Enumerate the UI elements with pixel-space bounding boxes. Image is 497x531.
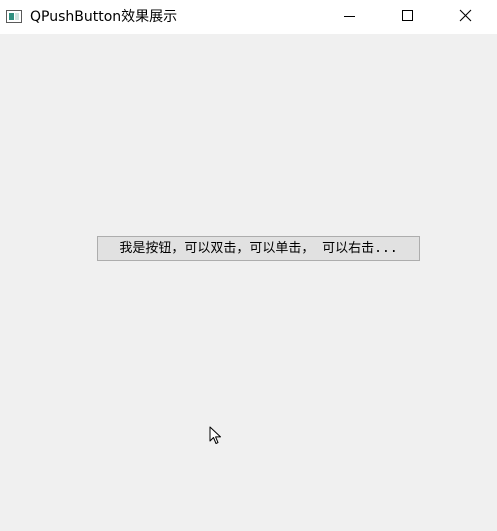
close-icon xyxy=(459,9,472,22)
title-bar[interactable]: QPushButton效果展示 xyxy=(0,0,497,34)
minimize-button[interactable] xyxy=(320,0,378,34)
window-client-area: 我是按钮，可以双击，可以单击， 可以右击... xyxy=(0,34,497,531)
app-icon-pane-right xyxy=(15,13,19,20)
close-button[interactable] xyxy=(437,0,495,34)
window-app-icon[interactable] xyxy=(6,10,22,23)
maximize-button[interactable] xyxy=(378,0,436,34)
demo-push-button[interactable]: 我是按钮，可以双击，可以单击， 可以右击... xyxy=(97,236,420,261)
application-window: QPushButton效果展示 我是按钮，可以双击，可以单击， 可以右击... xyxy=(0,0,497,531)
window-title: QPushButton效果展示 xyxy=(30,9,178,25)
app-icon-pane-left xyxy=(9,13,14,20)
mouse-pointer-icon xyxy=(209,426,221,444)
minimize-icon xyxy=(344,16,355,17)
maximize-icon xyxy=(402,10,413,21)
